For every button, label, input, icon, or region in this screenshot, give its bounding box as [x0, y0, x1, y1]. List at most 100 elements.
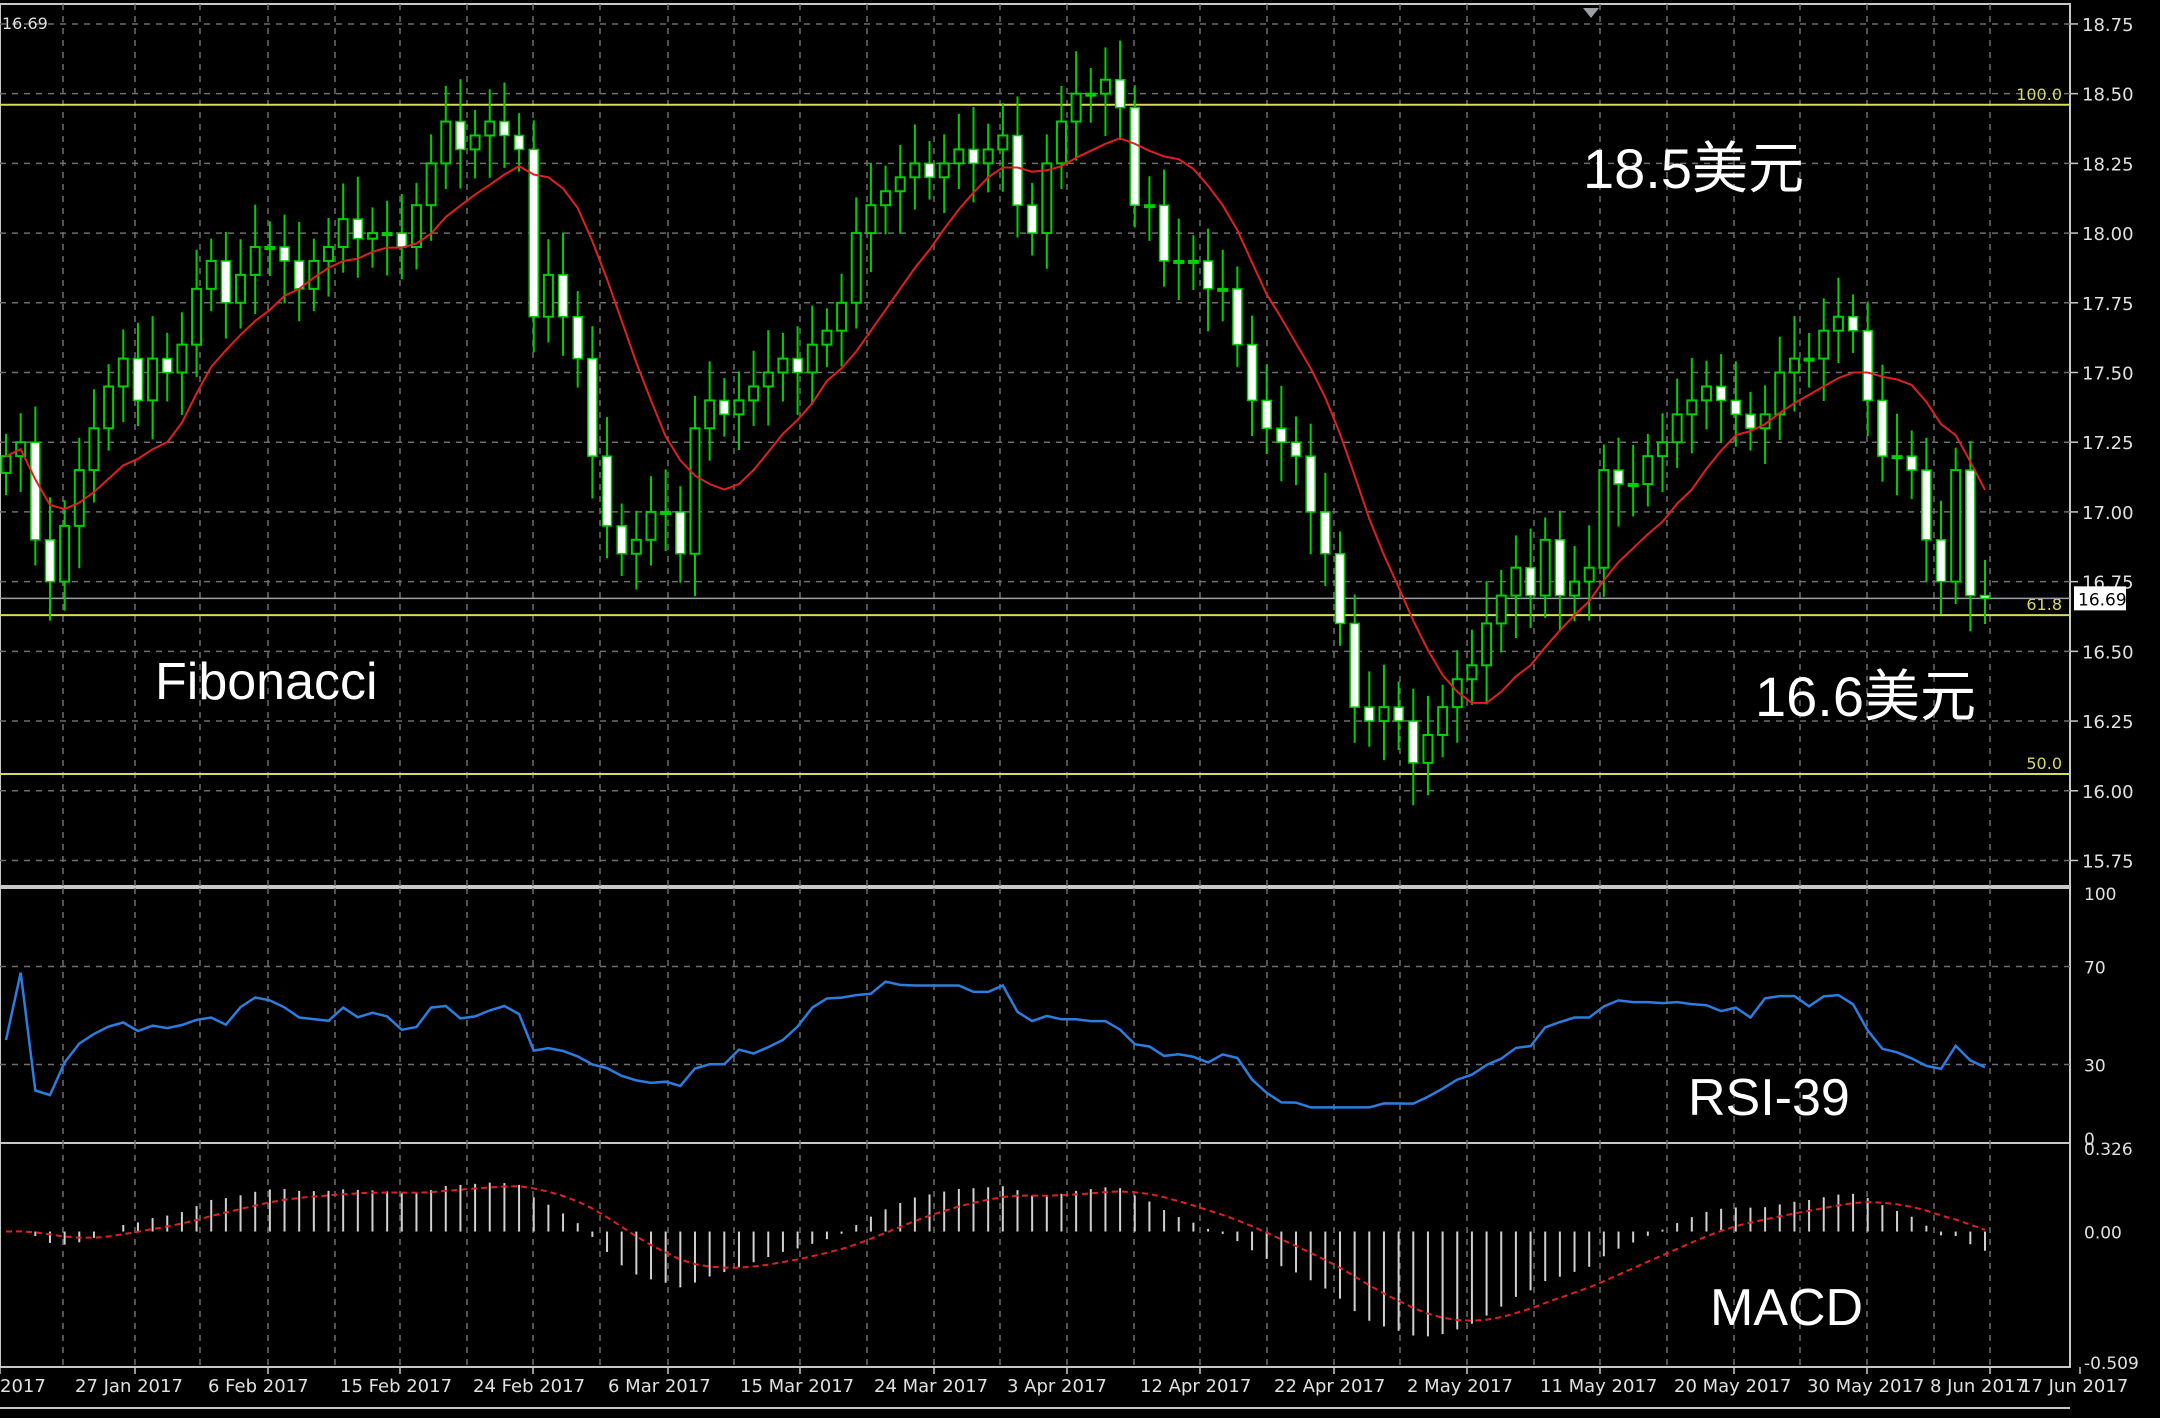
price-tick-label: 18.25: [2082, 154, 2134, 175]
candle-body-up: [249, 246, 261, 276]
candle-body-up: [909, 162, 921, 179]
price-annotation-bottom: 16.6美元: [1755, 665, 1976, 728]
candle-body-up: [1143, 204, 1155, 209]
candle-body-down: [396, 232, 408, 248]
candle-body-up: [821, 329, 833, 346]
candle-body-up: [469, 134, 481, 151]
price-tick-label: 17.00: [2082, 503, 2134, 524]
candle-body-down: [1158, 204, 1170, 262]
time-axis-label: 24 Feb 2017: [473, 1376, 585, 1397]
candle-body-up: [147, 357, 159, 402]
candle-body-up: [836, 301, 848, 332]
candle-body-up: [1656, 441, 1668, 458]
time-axis-label: 27 Jan 2017: [75, 1376, 183, 1397]
candle-body-up: [337, 218, 349, 249]
current-price-tag-label: 16.69: [2078, 590, 2127, 610]
candle-body-down: [1129, 106, 1141, 206]
candle-body-down: [1320, 511, 1331, 555]
candle-body-down: [601, 455, 613, 527]
candle-body-up: [1598, 469, 1610, 569]
macd-signal-line: [5, 1185, 1986, 1322]
candle-body-down: [1730, 399, 1742, 416]
candle-body-down: [1114, 78, 1126, 109]
candle-body-up: [1950, 469, 1962, 583]
candle-body-up: [323, 246, 335, 262]
candle-body-up: [1671, 413, 1683, 444]
candle-body-up: [1070, 92, 1082, 123]
candle-body-up: [542, 273, 554, 318]
candle-body-down: [1847, 315, 1859, 332]
candle-body-up: [1187, 259, 1199, 264]
price-annotation-top: 18.5美元: [1583, 137, 1804, 200]
macd-tick-label: 0.00: [2084, 1224, 2122, 1244]
candle-body-up: [1788, 357, 1800, 374]
candle-body-up: [1085, 92, 1097, 97]
time-axis-label: 15 Feb 2017: [340, 1376, 452, 1397]
candle-body-up: [235, 273, 247, 304]
candle-body-up: [1173, 259, 1185, 264]
candle-body-down: [616, 525, 627, 555]
candle-body-down: [675, 511, 686, 555]
candle-body-down: [792, 357, 803, 374]
candle-body-up: [1686, 399, 1698, 416]
candle-body-down: [1554, 539, 1566, 597]
candle-body-up: [1700, 385, 1712, 402]
time-axis-label: 20 May 2017: [1674, 1376, 1791, 1397]
time-axis-label: 8 Jun 2017: [1930, 1376, 2027, 1397]
candle-body-up: [1774, 371, 1786, 416]
price-tick-label: 15.75: [2082, 851, 2134, 872]
candle-body-down: [1026, 204, 1038, 234]
candle-body-up: [1583, 566, 1595, 583]
candle-body-up: [880, 190, 892, 207]
time-axis-label: 3 Apr 2017: [1007, 1376, 1107, 1397]
candle-body-down: [513, 134, 525, 151]
candle-body-up: [1818, 329, 1830, 360]
candle-body-up: [1466, 664, 1478, 681]
candle-body-up: [1422, 734, 1434, 764]
candle-body-up: [73, 469, 85, 527]
fibonacci-label: Fibonacci: [155, 653, 378, 711]
time-axis-label: 2017: [0, 1376, 46, 1397]
candle-body-up: [103, 385, 115, 430]
macd-label: MACD: [1710, 1279, 1864, 1337]
candle-body-down: [557, 274, 569, 318]
candle-body-up: [88, 427, 100, 472]
time-axis-label: 11 May 2017: [1540, 1376, 1657, 1397]
candle-body-up: [1510, 566, 1522, 597]
candle-body-up: [1481, 622, 1493, 667]
candle-body-up: [938, 162, 950, 179]
candle-body-down: [162, 357, 173, 374]
candle-body-down: [1290, 441, 1302, 457]
candle-body-down: [30, 441, 41, 541]
candle-body-down: [1349, 622, 1360, 708]
candle-body-up: [366, 232, 378, 240]
candle-body-up: [689, 427, 701, 555]
candle-body-up: [1803, 357, 1815, 362]
candle-body-up: [1217, 287, 1229, 292]
shift-marker-icon: [1583, 8, 1599, 18]
candle-body-down: [1246, 343, 1258, 402]
candle-body-up: [1539, 538, 1551, 597]
candle-body-down: [132, 357, 144, 402]
time-axis-label: 12 Apr 2017: [1140, 1376, 1251, 1397]
candle-body-up: [1099, 78, 1111, 95]
candle-body-up: [59, 524, 71, 583]
candle-body-up: [1569, 580, 1581, 597]
price-tick-label: 16.00: [2082, 782, 2134, 803]
candle-body-down: [1276, 427, 1287, 443]
candle-body-up: [704, 399, 716, 430]
candle-body-down: [1965, 469, 1976, 597]
candle-body-down: [1232, 288, 1243, 346]
candle-body-up: [748, 385, 760, 402]
candle-body-up: [645, 510, 657, 541]
candle-body-down: [1525, 566, 1536, 597]
candle-body-up: [1055, 120, 1067, 165]
candle-body-up: [762, 371, 774, 388]
macd-tick-label: -0.509: [2084, 1354, 2139, 1374]
candle-body-down: [1979, 594, 1991, 600]
candle-body-up: [1378, 706, 1390, 723]
price-tick-label: 16.50: [2082, 642, 2134, 663]
candle-body-up: [1437, 706, 1449, 736]
candle-body-up: [806, 343, 818, 374]
price-tick-label: 18.75: [2082, 15, 2134, 36]
